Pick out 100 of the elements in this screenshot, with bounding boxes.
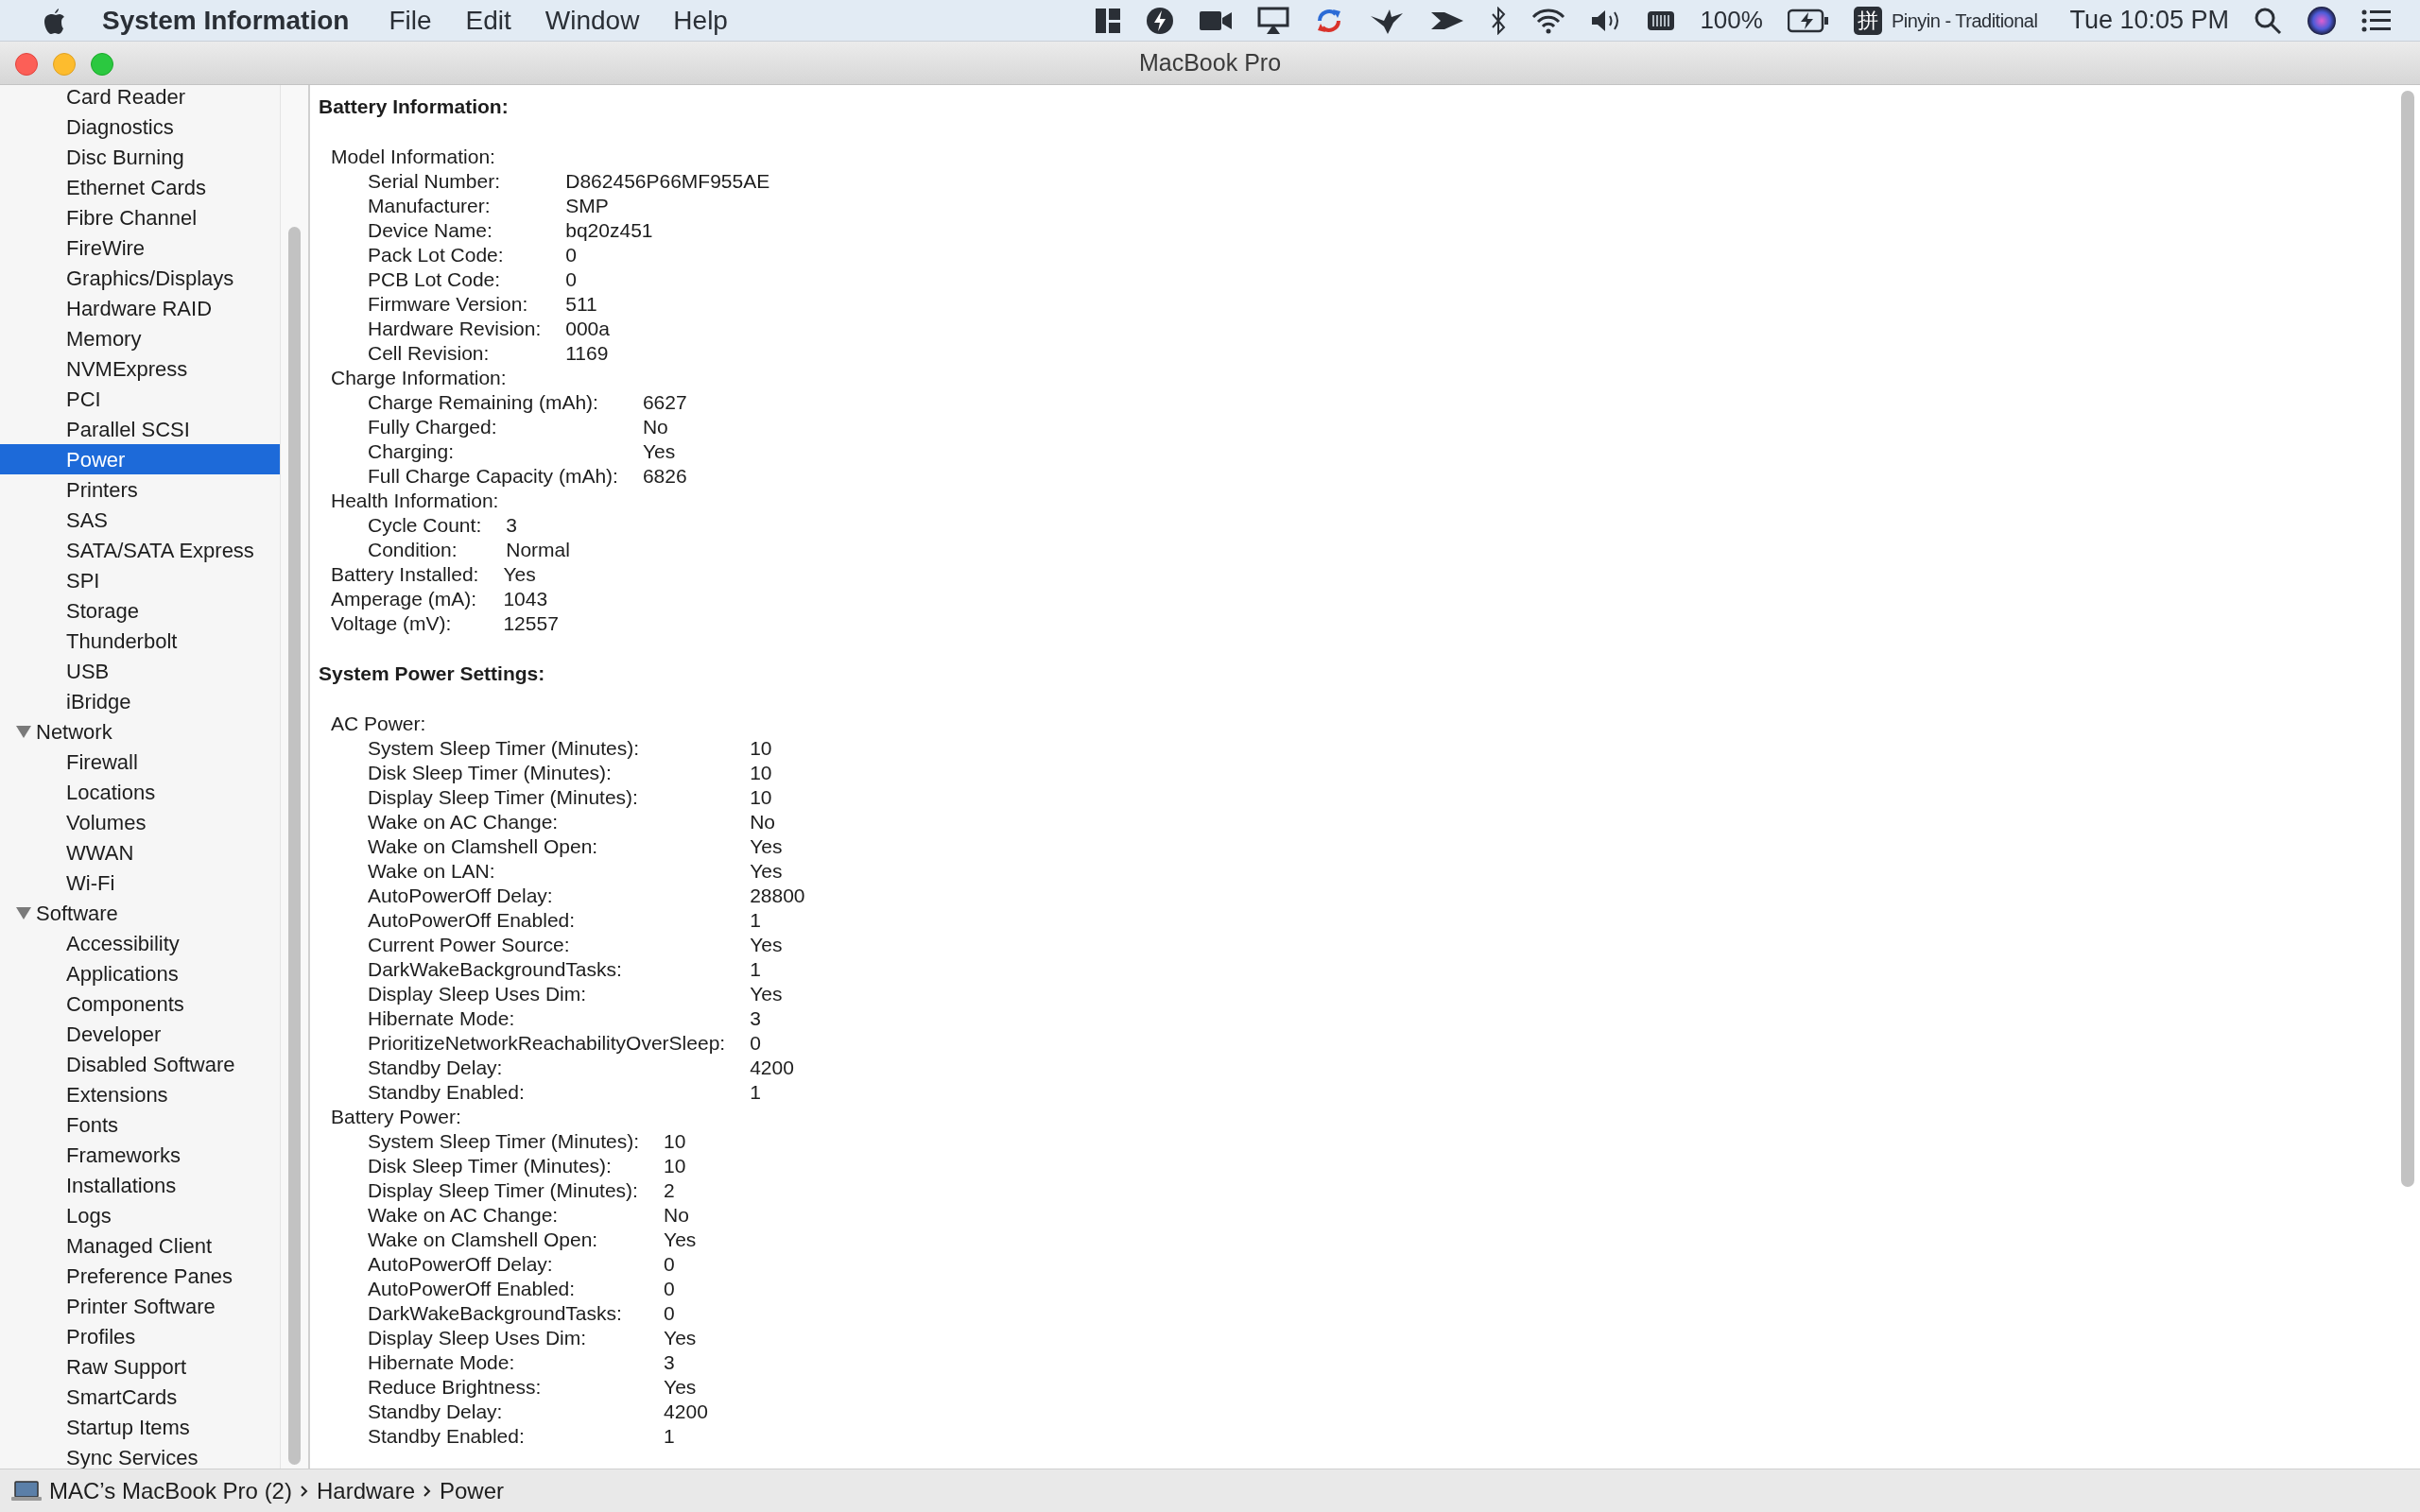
property-value: 10 — [664, 1129, 687, 1154]
property-label: Disk Sleep Timer (Minutes): — [368, 1154, 613, 1178]
sidebar-item[interactable]: Managed Client — [0, 1230, 280, 1261]
sidebar-item[interactable]: Extensions — [0, 1079, 280, 1109]
apple-icon[interactable] — [42, 6, 66, 35]
sidebar-item[interactable]: Raw Support — [0, 1351, 280, 1382]
sidebar-item[interactable]: SmartCards — [0, 1382, 280, 1412]
property-value: Yes — [642, 439, 677, 464]
path-item[interactable]: Power — [440, 1473, 505, 1508]
wifi-icon[interactable] — [1531, 7, 1566, 34]
sidebar-item[interactable]: Disabled Software — [0, 1049, 280, 1079]
menu-item[interactable]: Window — [544, 0, 640, 41]
sidebar-item[interactable]: PCI — [0, 384, 280, 414]
section-title: Battery Information: — [319, 94, 510, 119]
group-heading: Model Information: — [330, 145, 496, 169]
sidebar-item[interactable]: Firewall — [0, 747, 280, 777]
property-label: Standby Enabled: — [368, 1080, 526, 1105]
sidebar-item[interactable]: Locations — [0, 777, 280, 807]
property-value: 1 — [750, 908, 762, 933]
sidebar-item[interactable]: Power — [0, 444, 280, 474]
menu-clock[interactable]: Tue 10:05 PM — [2069, 1, 2229, 40]
sidebar-item[interactable]: Parallel SCSI — [0, 414, 280, 444]
sidebar-item[interactable]: Installations — [0, 1170, 280, 1200]
property-value: 10 — [664, 1154, 687, 1178]
property-value: 4200 — [664, 1400, 708, 1424]
disclosure-triangle-icon[interactable] — [15, 904, 32, 921]
bluetooth-icon[interactable] — [1490, 6, 1508, 35]
sidebar-scrollbar[interactable] — [280, 85, 308, 1469]
sidebar-item[interactable]: Graphics/Displays — [0, 263, 280, 293]
property-label: Hibernate Mode: — [368, 1006, 516, 1031]
sidebar-item[interactable]: Software — [0, 898, 280, 928]
group-heading: Health Information: — [330, 489, 500, 513]
path-item[interactable]: MAC’s MacBook Pro (2) — [49, 1473, 292, 1508]
property-value: No — [664, 1203, 690, 1228]
sidebar-item[interactable]: Volumes — [0, 807, 280, 837]
sidebar-item[interactable]: Printer Software — [0, 1291, 280, 1321]
group-heading: Battery Power: — [330, 1105, 462, 1129]
disclosure-triangle-icon[interactable] — [15, 723, 32, 740]
sidebar-item[interactable]: Network — [0, 716, 280, 747]
sidebar-item[interactable]: Ethernet Cards — [0, 172, 280, 202]
sidebar-item[interactable]: Fonts — [0, 1109, 280, 1140]
menu-item[interactable]: Help — [673, 0, 728, 41]
property-label: Disk Sleep Timer (Minutes): — [368, 761, 613, 785]
menu-item[interactable]: File — [389, 0, 432, 41]
sidebar-item[interactable]: Logs — [0, 1200, 280, 1230]
sidebar-item[interactable]: iBridge — [0, 686, 280, 716]
sidebar-item[interactable]: SATA/SATA Express — [0, 535, 280, 565]
sidebar-item[interactable]: Thunderbolt — [0, 626, 280, 656]
sidebar-item[interactable]: Preference Panes — [0, 1261, 280, 1291]
laptop-icon[interactable] — [11, 1480, 42, 1502]
sidebar-item[interactable]: Sync Services — [0, 1442, 280, 1469]
monitor-icon[interactable] — [1257, 6, 1290, 35]
sidebar-item[interactable]: WWAN — [0, 837, 280, 868]
sidebar-item[interactable]: Hardware RAID — [0, 293, 280, 323]
sidebar-item[interactable]: USB — [0, 656, 280, 686]
property-value: 3 — [750, 1006, 762, 1031]
sidebar-item[interactable]: Startup Items — [0, 1412, 280, 1442]
sidebar-item[interactable]: Profiles — [0, 1321, 280, 1351]
property-label: Cell Revision: — [368, 341, 491, 366]
property-value: 10 — [750, 761, 773, 785]
battery-charging-icon[interactable] — [1787, 8, 1829, 33]
input-method-label[interactable]: Pinyin - Traditional — [1891, 6, 2038, 35]
property-label: DarkWakeBackgroundTasks: — [368, 1301, 623, 1326]
property-label: Amperage (mA): — [331, 587, 478, 611]
sidebar-item[interactable]: Fibre Channel — [0, 202, 280, 232]
sidebar-item[interactable]: NVMExpress — [0, 353, 280, 384]
sidebar-item[interactable]: Accessibility — [0, 928, 280, 958]
menu-item[interactable]: Edit — [465, 0, 511, 41]
sidebar-item[interactable]: SAS — [0, 505, 280, 535]
close-button[interactable] — [15, 53, 38, 76]
sidebar-item[interactable]: Applications — [0, 958, 280, 988]
sidebar-item[interactable]: Disc Burning — [0, 142, 280, 172]
sidebar-item[interactable]: Card Reader — [0, 85, 280, 112]
input-method-icon[interactable]: 拼 — [1853, 6, 1882, 35]
app-menu[interactable]: System Information — [102, 0, 350, 41]
siri-icon[interactable] — [2307, 5, 2337, 36]
property-label: Cycle Count: — [368, 513, 482, 538]
sidebar-item[interactable]: Frameworks — [0, 1140, 280, 1170]
sidebar-item[interactable]: Diagnostics — [0, 112, 280, 142]
chevron-icon[interactable] — [423, 1484, 432, 1498]
search-icon[interactable] — [2254, 6, 2282, 35]
property-value: 0 — [664, 1301, 676, 1326]
path-item[interactable]: Hardware — [316, 1473, 415, 1508]
lightning-circle-icon[interactable] — [1146, 6, 1175, 35]
property-value: 2 — [664, 1178, 676, 1203]
sidebar-item[interactable]: Developer — [0, 1019, 280, 1049]
property-label: Manufacturer: — [368, 194, 492, 218]
property-label: Wake on AC Change: — [368, 810, 560, 834]
sidebar-item[interactable]: Components — [0, 988, 280, 1019]
sidebar-item[interactable]: SPI — [0, 565, 280, 595]
sidebar-item[interactable]: Printers — [0, 474, 280, 505]
sidebar-item[interactable]: Memory — [0, 323, 280, 353]
list-icon[interactable] — [2361, 9, 2392, 32]
sidebar-item[interactable]: Storage — [0, 595, 280, 626]
chevron-icon[interactable] — [299, 1484, 309, 1498]
layout-icon[interactable] — [1095, 7, 1122, 34]
property-value: Yes — [750, 933, 784, 957]
content-scrollbar[interactable] — [2401, 91, 2414, 1187]
sidebar-item[interactable]: FireWire — [0, 232, 280, 263]
sidebar-item[interactable]: Wi-Fi — [0, 868, 280, 898]
